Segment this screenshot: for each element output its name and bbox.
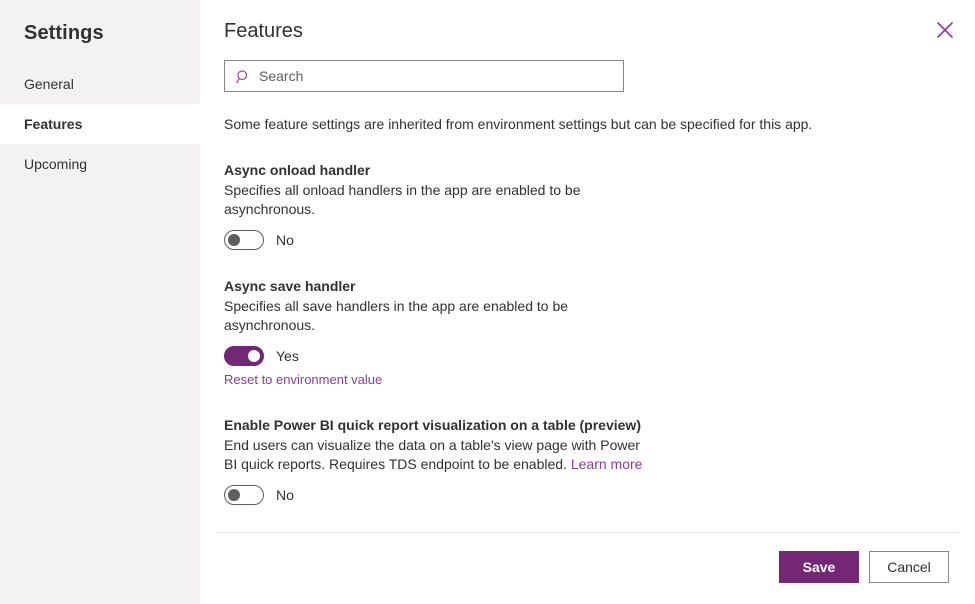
sidebar-item-label: Features: [24, 116, 82, 132]
toggle-knob: [228, 489, 240, 501]
feature-description: Specifies all onload handlers in the app…: [224, 181, 644, 219]
sidebar-item-upcoming[interactable]: Upcoming: [0, 144, 200, 184]
search-icon: [235, 68, 251, 84]
powerbi-quick-report-toggle[interactable]: [224, 485, 264, 505]
async-save-handler-toggle[interactable]: [224, 346, 264, 366]
feature-description: End users can visualize the data on a ta…: [224, 436, 644, 474]
feature-toggle-row: Yes: [224, 346, 644, 366]
toggle-state-label: Yes: [276, 346, 299, 366]
sidebar-nav: General Features Upcoming: [0, 64, 200, 184]
toggle-knob: [228, 234, 240, 246]
feature-title: Enable Power BI quick report visualizati…: [224, 415, 644, 435]
toggle-state-label: No: [276, 485, 294, 505]
save-button[interactable]: Save: [779, 551, 859, 583]
close-icon[interactable]: [933, 18, 957, 42]
feature-toggle-row: No: [224, 485, 644, 505]
async-onload-handler-toggle[interactable]: [224, 230, 264, 250]
settings-dialog: Settings General Features Upcoming Featu…: [0, 0, 975, 604]
sidebar-title: Settings: [0, 0, 200, 46]
feature-title: Async save handler: [224, 276, 644, 296]
sidebar-item-label: Upcoming: [24, 156, 87, 172]
feature-async-save-handler: Async save handler Specifies all save ha…: [224, 276, 644, 389]
feature-powerbi-quick-report: Enable Power BI quick report visualizati…: [224, 415, 644, 505]
inherited-settings-note: Some feature settings are inherited from…: [224, 114, 975, 134]
main-content: Features Some feature settings are inher…: [200, 0, 975, 505]
search-input[interactable]: [259, 62, 615, 90]
feature-toggle-row: No: [224, 230, 644, 250]
sidebar-item-general[interactable]: General: [0, 64, 200, 104]
sidebar-item-features[interactable]: Features: [0, 104, 200, 144]
cancel-button[interactable]: Cancel: [869, 551, 949, 583]
toggle-knob: [248, 350, 260, 362]
feature-async-onload-handler: Async onload handler Specifies all onloa…: [224, 160, 644, 250]
toggle-state-label: No: [276, 230, 294, 250]
feature-description: Specifies all save handlers in the app a…: [224, 297, 644, 335]
sidebar-item-label: General: [24, 76, 74, 92]
page-title: Features: [224, 18, 975, 44]
main-panel: Features Some feature settings are inher…: [200, 0, 975, 604]
footer: Save Cancel: [216, 532, 959, 604]
reset-to-environment-value-link[interactable]: Reset to environment value: [224, 371, 382, 388]
learn-more-link[interactable]: Learn more: [571, 456, 643, 472]
search-box[interactable]: [224, 60, 624, 92]
feature-title: Async onload handler: [224, 160, 644, 180]
footer-actions: Save Cancel: [216, 533, 959, 583]
sidebar: Settings General Features Upcoming: [0, 0, 200, 604]
